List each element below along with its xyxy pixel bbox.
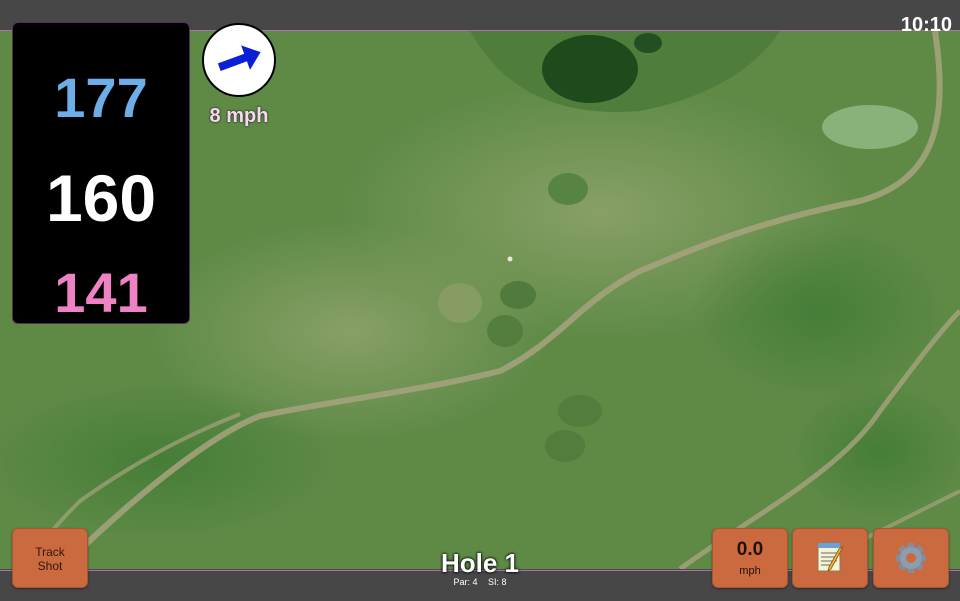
notepad-icon (817, 542, 844, 572)
wind-speed-value: 0.0 (736, 539, 764, 560)
wind-indicator (202, 23, 276, 97)
settings-button[interactable] (873, 528, 949, 588)
stroke-index-label: SI: 8 (488, 577, 507, 587)
wind-speed-button[interactable]: 0.0 mph (712, 528, 788, 588)
front-distance: 141 (54, 261, 148, 324)
track-shot-label: Track Shot (35, 545, 65, 573)
hole-title: Hole 1 (440, 548, 520, 578)
gear-icon (896, 543, 926, 573)
notes-button[interactable] (792, 528, 868, 588)
middle-distance: 160 (45, 161, 157, 235)
par-label: Par: 4 (453, 577, 478, 587)
track-shot-button[interactable]: Track Shot (12, 528, 88, 588)
hole-info: Par: 4 SI: 8 (400, 577, 560, 587)
arrow-east-northeast-icon (217, 45, 261, 71)
back-distance: 177 (54, 66, 148, 129)
wind-speed-label: 8 mph (209, 105, 269, 127)
distance-panel: 177 160 141 (12, 22, 190, 324)
wind-speed-unit: mph (739, 565, 761, 577)
